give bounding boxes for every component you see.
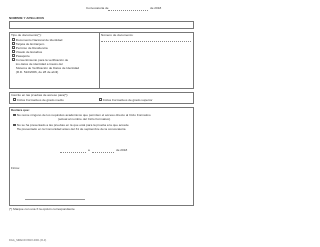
checkbox[interactable] xyxy=(12,46,15,49)
consentimiento-text-4: (R.D. 522/2006, de 28 de abril) xyxy=(15,69,59,74)
declaration-title: Declara que: xyxy=(11,108,30,112)
document-divider xyxy=(99,32,100,89)
document-number-field[interactable] xyxy=(101,41,191,42)
document-number-label: Número de documento: xyxy=(101,33,134,37)
checkbox[interactable] xyxy=(12,54,15,57)
checkbox[interactable] xyxy=(12,38,15,41)
header-convocatoria-blank xyxy=(108,10,148,11)
date-year-label: de 2018 xyxy=(116,148,128,152)
footer-note: (*) Marque con una X la opción correspon… xyxy=(9,207,75,211)
date-a-label: a xyxy=(88,148,90,152)
option-grado-superior[interactable]: Ciclos Formativos de grado superior xyxy=(99,98,152,102)
document-options: Documento Nacional de Identidad Tarjeta … xyxy=(12,38,79,74)
checkbox[interactable] xyxy=(99,98,102,101)
declaration-item-2-line2: Ha presentado en la Comunidad antes del … xyxy=(16,127,126,131)
checkbox[interactable] xyxy=(13,98,16,101)
date-place-field[interactable] xyxy=(60,152,86,153)
signature-label: Firma: xyxy=(11,166,20,170)
declaration-item-1-line2: (actual al nombre del Ciclo Formativo) xyxy=(58,117,111,121)
name-label: NOMBRE Y APELLIDOS xyxy=(9,16,45,20)
name-field[interactable] xyxy=(9,21,194,29)
enrolment-label: Inscrito en las pruebas de acceso para(*… xyxy=(11,92,69,97)
option-grado-medio[interactable]: Ciclos Formativos de grado medio xyxy=(13,98,64,102)
header-year: de 2018 xyxy=(150,6,162,10)
signature-line[interactable] xyxy=(25,199,85,200)
declaration-section xyxy=(9,107,194,206)
checkbox[interactable] xyxy=(13,113,16,117)
footer-code: DGA_SIRECFOSNX-0001 (R-3) xyxy=(9,239,47,242)
date-month-field[interactable] xyxy=(92,152,114,153)
checkbox[interactable] xyxy=(12,58,15,61)
checkbox[interactable] xyxy=(12,42,15,45)
checkbox[interactable] xyxy=(13,123,16,127)
header-convocatoria: Convocatoria de xyxy=(86,6,109,10)
consentimiento-text-3: Sistema de Verificación de Datos de Iden… xyxy=(15,65,80,70)
document-type-label: Tipo de documento(*): xyxy=(11,33,42,37)
checkbox[interactable] xyxy=(12,50,15,53)
